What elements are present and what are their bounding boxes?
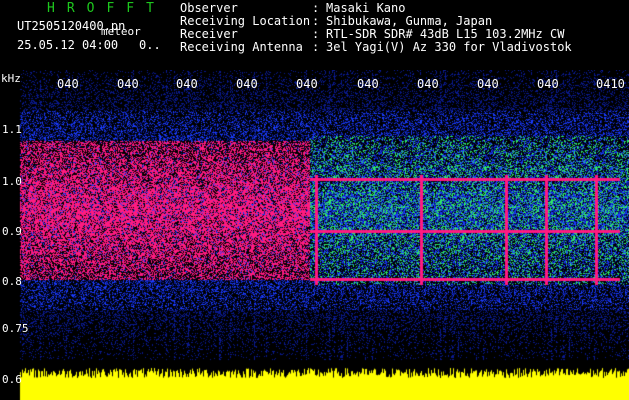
y-tick-label: 0.75 xyxy=(2,322,29,335)
y-tick-label: 0.6 xyxy=(2,373,22,386)
x-tick-label: 040 xyxy=(236,77,258,91)
info-row-antenna: Receiving Antenna: 3el Yagi(V) Az 330 fo… xyxy=(180,40,572,54)
x-tick-label: 040 xyxy=(296,77,318,91)
y-axis-label: kHz xyxy=(1,72,21,85)
y-tick-label: 1.1 xyxy=(2,123,22,136)
x-tick-label: 040 xyxy=(176,77,198,91)
spectrogram xyxy=(0,70,629,400)
station-info: Observer: Masaki Kano Receiving Location… xyxy=(180,2,572,54)
x-tick-label: 040 xyxy=(117,77,139,91)
info-value: 3el Yagi(V) Az 330 for Vladivostok xyxy=(326,40,572,54)
y-tick-label: 0.8 xyxy=(2,275,22,288)
y-tick-label: 0.9 xyxy=(2,225,22,238)
y-tick-label: 1.0 xyxy=(2,175,22,188)
timestamp-suffix: 0.. xyxy=(139,38,161,52)
x-tick-label: 0410 xyxy=(596,77,625,91)
info-key: Receiving Antenna xyxy=(180,40,303,54)
x-tick-label: 040 xyxy=(537,77,559,91)
x-tick-label: 040 xyxy=(417,77,439,91)
logo: HROFFT xyxy=(47,1,166,16)
x-tick-label: 040 xyxy=(57,77,79,91)
event-tag: meteor xyxy=(101,25,141,38)
x-tick-label: 040 xyxy=(357,77,379,91)
header: HROFFT UT2505120400.pn meteor 25.05.12 0… xyxy=(0,0,629,70)
timestamp: 25.05.12 04:00 xyxy=(17,38,119,52)
x-tick-label: 040 xyxy=(477,77,499,91)
